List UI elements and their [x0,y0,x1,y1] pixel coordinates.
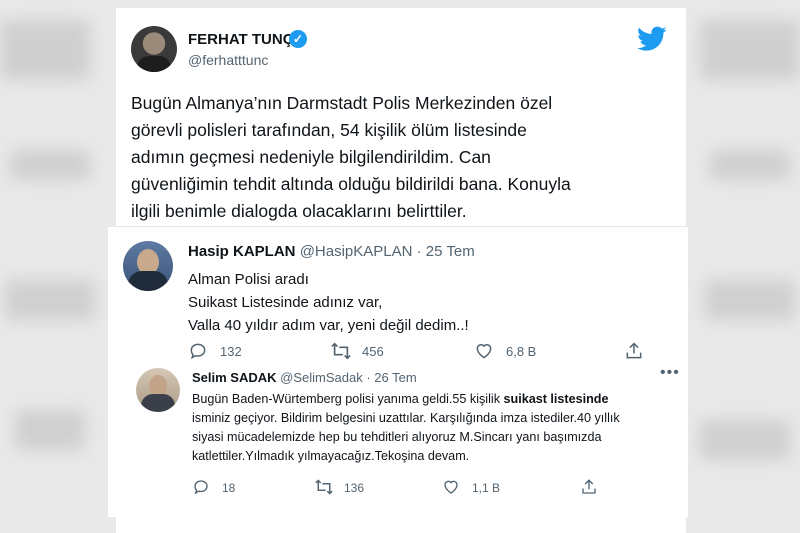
share-icon [582,479,596,494]
share-icon [626,342,642,359]
author-name[interactable]: FERHAT TUNÇ [188,31,294,48]
tweet-text: Bugün Baden-Würtemberg polisi yanıma gel… [192,390,677,466]
verified-badge-icon: ✓ [289,30,307,48]
tweet-text-line: görevli polisleri tarafından, 54 kişilik… [131,120,527,140]
main-tweet-card: FERHAT TUNÇ ✓ @ferhatttunc Bugün Almanya… [116,8,686,236]
avatar[interactable] [123,241,173,291]
retweet-count: 456 [362,344,384,359]
avatar[interactable] [131,26,177,72]
author-handle[interactable]: @ferhatttunc [188,52,268,68]
avatar[interactable] [136,368,180,412]
author-handle[interactable]: @SelimSadak [280,370,363,385]
tweet-text-line: Bugün Almanya’nın Darmstadt Polis Merkez… [131,93,553,113]
tweet-header: Selim SADAK @SelimSadak · 26 Tem [192,370,417,385]
tweet-text-line: Valla 40 yıldır adım var, yeni değil ded… [188,317,469,334]
next-tweet-card [116,508,686,533]
reply-count: 132 [220,344,242,359]
retweet-count: 136 [344,481,365,495]
author-handle[interactable]: @HasipKAPLAN [300,243,413,260]
reply-count: 18 [222,481,236,495]
tweet-text-line: katlettiler.Yılmadık yılmayacağız.Tekoşi… [192,449,470,463]
tweet-text-line: Bugün Baden-Würtemberg polisi yanıma gel… [192,390,677,409]
tweet-date[interactable]: · 25 Tem [417,243,475,260]
twitter-bird-icon [637,26,667,51]
author-name[interactable]: Hasip KAPLAN [188,243,296,260]
author-name[interactable]: Selim SADAK [192,370,277,385]
tweet-text-bold: suikast listesinde [503,392,609,406]
tweet-text-line: ilgili benimle dialogda olacaklarını bel… [131,201,467,221]
tweet-text-line: isminiz geçiyor. Bildirim belgesini uzat… [192,411,620,425]
tweet-text-line: Alman Polisi aradı [188,271,309,288]
tweet-header: Hasip KAPLAN @HasipKAPLAN · 25 Tem [188,243,475,260]
like-icon [444,480,458,494]
tweet-text-line: güvenliğimin tehdit altında olduğu bildi… [131,174,571,194]
tweet-text-segment: Bugün Baden-Würtemberg polisi yanıma gel… [192,392,504,406]
tweet-text: Bugün Almanya’nın Darmstadt Polis Merkez… [131,90,679,225]
reply-icon [190,343,206,360]
like-icon [476,344,492,359]
like-count: 1,1 B [472,481,501,495]
more-icon[interactable]: ••• [660,364,680,382]
tweet-text-line: Suikast Listesinde adınız var, [188,294,383,311]
tweet-text-line: siyasi mücadelemizde hep bu tehditleri a… [192,430,602,444]
quoted-tweet-selim[interactable]: Selim SADAK @SelimSadak · 26 Tem ••• Bug… [124,362,684,502]
retweet-icon [331,342,351,360]
tweet-date[interactable]: · 26 Tem [366,370,416,385]
reply-icon [194,480,208,495]
like-count: 6,8 B [506,344,537,359]
retweet-icon [315,479,333,495]
tweet-text-line: adımın geçmesi nedeniyle bilgilendirildi… [131,147,491,167]
